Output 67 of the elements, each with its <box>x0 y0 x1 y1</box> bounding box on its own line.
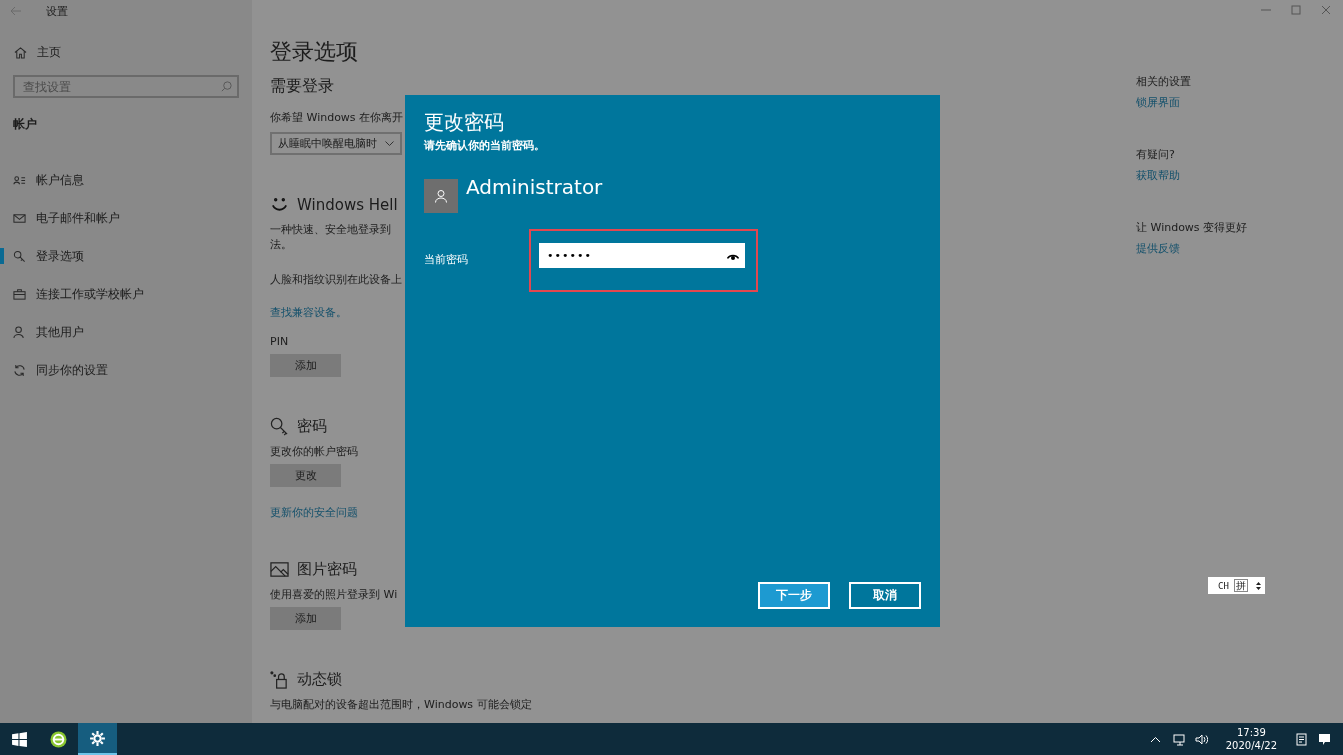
link[interactable]: 获取帮助 <box>1136 168 1180 183</box>
description-text: 人脸和指纹识别在此设备上 <box>270 272 402 287</box>
action-button[interactable]: 添加 <box>270 607 341 630</box>
notification-icon[interactable] <box>1318 732 1331 746</box>
speaker-icon[interactable] <box>1194 732 1208 746</box>
sidebar-item[interactable]: 帐户信息 <box>36 171 84 189</box>
dialog-subtitle: 请先确认你的当前密码。 <box>424 138 545 153</box>
field-label: PIN <box>270 334 289 349</box>
section-title: 图片密码 <box>297 560 357 579</box>
mail-icon <box>13 211 26 225</box>
link[interactable]: 查找兼容设备。 <box>270 305 347 320</box>
person-list-icon <box>13 173 26 187</box>
briefcase-icon <box>13 287 26 301</box>
home-icon <box>14 46 27 59</box>
section-title: Windows Hell <box>297 195 398 214</box>
description-text: 你希望 Windows 在你离开 <box>270 110 404 125</box>
smile-icon <box>270 195 289 214</box>
description-text: 与电脑配对的设备超出范围时，Windows 可能会锁定 <box>270 697 532 712</box>
up-down-icon[interactable] <box>1256 580 1261 591</box>
description-text: 一种快速、安全地登录到 <box>270 222 391 237</box>
description-text: 法。 <box>270 237 292 252</box>
password-field[interactable]: •••••• <box>539 243 745 268</box>
person-icon <box>13 325 26 339</box>
sidebar-item[interactable]: 登录选项 <box>36 247 84 265</box>
search-icon <box>220 80 233 93</box>
action-button[interactable]: 添加 <box>270 354 341 377</box>
section-title: 动态锁 <box>297 670 342 689</box>
description-text: 使用喜爱的照片登录到 Wi <box>270 587 398 602</box>
action-button[interactable]: 更改 <box>270 464 341 487</box>
user-name: Administrator <box>466 175 603 199</box>
settings-icon <box>89 729 106 747</box>
link[interactable]: 提供反馈 <box>1136 241 1180 256</box>
taskbar-app[interactable] <box>78 723 117 755</box>
sidebar-item[interactable]: 电子邮件和帐户 <box>36 209 120 227</box>
window-title: 设置 <box>46 3 68 19</box>
browser-icon <box>50 730 67 748</box>
section-label: 帐户 <box>12 116 38 133</box>
dropdown[interactable]: 从睡眠中唤醒电脑时 <box>270 132 402 155</box>
section-title: 密码 <box>297 417 327 436</box>
notes-icon[interactable] <box>1295 732 1308 746</box>
picture-icon <box>270 560 289 579</box>
sync-icon <box>13 363 26 377</box>
home-link[interactable]: 主页 <box>37 44 61 61</box>
dialog-title: 更改密码 <box>424 109 504 136</box>
related-heading: 有疑问? <box>1136 147 1175 162</box>
section-heading: 需要登录 <box>270 75 335 97</box>
related-heading: 让 Windows 变得更好 <box>1136 220 1248 235</box>
field-label: 当前密码 <box>424 252 469 267</box>
page-title: 登录选项 <box>270 38 359 66</box>
dialog-button[interactable]: 下一步 <box>758 582 830 609</box>
eye-icon[interactable] <box>727 252 739 260</box>
sidebar-item[interactable]: 其他用户 <box>36 323 84 341</box>
ime-layout[interactable]: 拼 <box>1233 579 1248 592</box>
clock[interactable]: 17:39 2020/4/22 <box>1217 726 1285 752</box>
chevron-icon <box>385 140 394 147</box>
lock-icon <box>270 670 289 689</box>
sidebar-item[interactable]: 同步你的设置 <box>36 361 108 379</box>
network-icon[interactable] <box>1171 732 1185 746</box>
avatar <box>424 179 458 213</box>
sidebar-item[interactable]: 连接工作或学校帐户 <box>36 285 144 303</box>
link[interactable]: 锁屏界面 <box>1136 95 1180 110</box>
description-text: 更改你的帐户密码 <box>270 444 358 459</box>
related-heading: 相关的设置 <box>1136 74 1191 89</box>
link[interactable]: 更新你的安全问题 <box>270 505 358 520</box>
ime-mode[interactable]: CH <box>1218 580 1229 591</box>
windows-icon <box>11 730 28 748</box>
dialog-button[interactable]: 取消 <box>849 582 921 609</box>
